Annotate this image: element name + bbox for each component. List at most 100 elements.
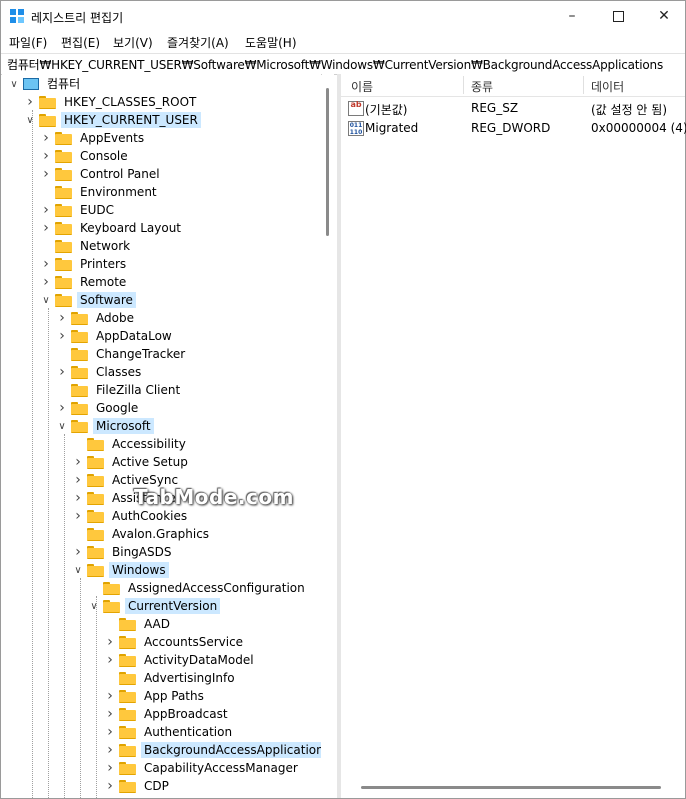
chevron-right-icon[interactable]: › (40, 166, 52, 182)
tree-node[interactable]: Avalon.Graphics (72, 525, 212, 543)
chevron-right-icon[interactable]: › (104, 760, 116, 776)
values-list-pane[interactable]: 이름 종류 데이터 ab (기본값) REG_SZ (값 설정 안 됨) 011… (341, 74, 686, 798)
chevron-right-icon[interactable]: › (56, 400, 68, 416)
tree-node[interactable]: › Printers (40, 255, 129, 273)
tree-node[interactable]: › Console (40, 147, 131, 165)
tree-node[interactable]: Accessibility (72, 435, 189, 453)
tree-node[interactable]: › Active Setup (72, 453, 191, 471)
menu-file[interactable]: 파일(F) (9, 34, 47, 51)
tree-node[interactable]: › AppEvents (40, 129, 147, 147)
value-row[interactable]: 011 110 Migrated REG_DWORD 0x00000004 (4) (341, 118, 686, 138)
tree-node[interactable]: AssignedAccessConfiguration (88, 579, 308, 597)
tree-node[interactable]: › HKEY_CLASSES_ROOT (24, 93, 199, 111)
watermark-text: TabMode.com (134, 485, 294, 509)
value-row[interactable]: ab (기본값) REG_SZ (값 설정 안 됨) (341, 98, 685, 118)
close-button[interactable]: ✕ (641, 1, 686, 31)
tree-node[interactable]: › BackgroundAccessApplications (104, 741, 321, 759)
chevron-right-icon[interactable]: › (24, 94, 36, 110)
tree-node[interactable]: AdvertisingInfo (104, 669, 238, 687)
tree-node[interactable]: › Classes (56, 363, 144, 381)
chevron-right-icon[interactable]: › (56, 328, 68, 344)
tree-node[interactable]: › EUDC (40, 201, 117, 219)
chevron-right-icon[interactable]: › (40, 256, 52, 272)
tree-node[interactable]: FileZilla Client (56, 381, 183, 399)
tree-node-label: Remote (80, 275, 127, 289)
key-tree-pane[interactable]: ∨ 컴퓨터 › HKEY_CLASSES_ROOT ∨ HKEY_CURRENT_USER… (2, 74, 321, 798)
maximize-button[interactable] (595, 1, 641, 31)
menu-view[interactable]: 보기(V) (113, 34, 153, 51)
tree-node[interactable]: › Remote (40, 273, 129, 291)
chevron-right-icon[interactable]: › (104, 742, 116, 758)
tree-node[interactable]: › AccountsService (104, 633, 246, 651)
tree-node[interactable]: › CDP (104, 777, 172, 795)
tree-node[interactable]: › Adobe (56, 309, 137, 327)
tree-node[interactable]: › AppBroadcast (104, 705, 231, 723)
chevron-right-icon[interactable]: › (72, 454, 84, 470)
tree-node[interactable]: › ActivityDataModel (104, 651, 257, 669)
folder-icon (55, 186, 72, 199)
address-bar[interactable]: 컴퓨터₩HKEY_CURRENT_USER₩Software₩Microsoft… (1, 53, 685, 75)
tree-node[interactable]: ∨ CurrentVersion (88, 597, 221, 615)
tree-node[interactable]: › Google (56, 399, 141, 417)
chevron-down-icon[interactable]: ∨ (56, 421, 68, 432)
column-type-header[interactable]: 종류 (471, 78, 493, 95)
scrollbar-thumb[interactable] (326, 88, 329, 236)
tree-node[interactable]: › Control Panel (40, 165, 163, 183)
chevron-down-icon[interactable]: ∨ (8, 79, 20, 90)
chevron-right-icon[interactable]: › (40, 148, 52, 164)
folder-icon (71, 402, 88, 415)
list-horizontal-scrollbar[interactable] (361, 786, 661, 789)
menu-help[interactable]: 도움말(H) (245, 34, 297, 51)
chevron-right-icon[interactable]: › (72, 544, 84, 560)
chevron-right-icon[interactable]: › (104, 634, 116, 650)
chevron-right-icon[interactable]: › (72, 472, 84, 488)
tree-node[interactable]: › CapabilityAccessManager (104, 759, 301, 777)
tree-node[interactable]: ∨ 컴퓨터 (8, 75, 83, 93)
chevron-right-icon[interactable]: › (40, 202, 52, 218)
tree-node[interactable]: › AuthCookies (72, 507, 190, 525)
tree-node[interactable]: › Keyboard Layout (40, 219, 184, 237)
tree-node-label: CurrentVersion (125, 598, 221, 614)
chevron-right-icon[interactable]: › (104, 688, 116, 704)
tree-node[interactable]: ∨ Microsoft (56, 417, 154, 435)
column-data-header[interactable]: 데이터 (591, 78, 624, 95)
tree-node[interactable]: ChangeTracker (56, 345, 188, 363)
dword-value-icon: 011 110 (348, 121, 364, 136)
chevron-right-icon[interactable]: › (56, 310, 68, 326)
chevron-right-icon[interactable]: › (40, 274, 52, 290)
tree-guide-line (48, 308, 49, 798)
menu-favorites[interactable]: 즐겨찾기(A) (167, 34, 229, 51)
tree-node[interactable]: › Authentication (104, 723, 235, 741)
chevron-right-icon[interactable]: › (56, 364, 68, 380)
chevron-down-icon[interactable]: ∨ (24, 115, 36, 126)
chevron-right-icon[interactable]: › (72, 490, 84, 506)
chevron-right-icon[interactable]: › (72, 508, 84, 524)
chevron-down-icon[interactable]: ∨ (72, 565, 84, 576)
tree-node-label: AssignedAccessConfiguration (128, 581, 305, 595)
chevron-down-icon[interactable]: ∨ (88, 601, 100, 612)
chevron-right-icon[interactable]: › (104, 706, 116, 722)
minimize-button[interactable]: – (549, 1, 595, 31)
column-name-header[interactable]: 이름 (351, 78, 373, 95)
folder-icon (119, 780, 136, 793)
chevron-right-icon[interactable]: › (104, 724, 116, 740)
tree-node[interactable]: Environment (40, 183, 160, 201)
chevron-right-icon[interactable]: › (104, 778, 116, 794)
tree-node[interactable]: ∨ Windows (72, 561, 169, 579)
chevron-right-icon[interactable]: › (40, 130, 52, 146)
chevron-down-icon[interactable]: ∨ (40, 295, 52, 306)
tree-node[interactable]: › AppDataLow (56, 327, 175, 345)
chevron-right-icon[interactable]: › (104, 652, 116, 668)
tree-node[interactable]: › App Paths (104, 687, 207, 705)
value-name: (기본값) (365, 103, 408, 117)
menu-edit[interactable]: 편집(E) (61, 34, 100, 51)
tree-vertical-scrollbar[interactable] (322, 74, 334, 798)
tree-node[interactable]: ∨ Software (40, 291, 136, 309)
column-separator[interactable] (583, 76, 584, 94)
tree-node[interactable]: › BingASDS (72, 543, 174, 561)
column-separator[interactable] (463, 76, 464, 94)
tree-node[interactable]: AAD (104, 615, 173, 633)
tree-node[interactable]: Network (40, 237, 133, 255)
chevron-right-icon[interactable]: › (40, 220, 52, 236)
tree-node[interactable]: ∨ HKEY_CURRENT_USER (24, 111, 201, 129)
